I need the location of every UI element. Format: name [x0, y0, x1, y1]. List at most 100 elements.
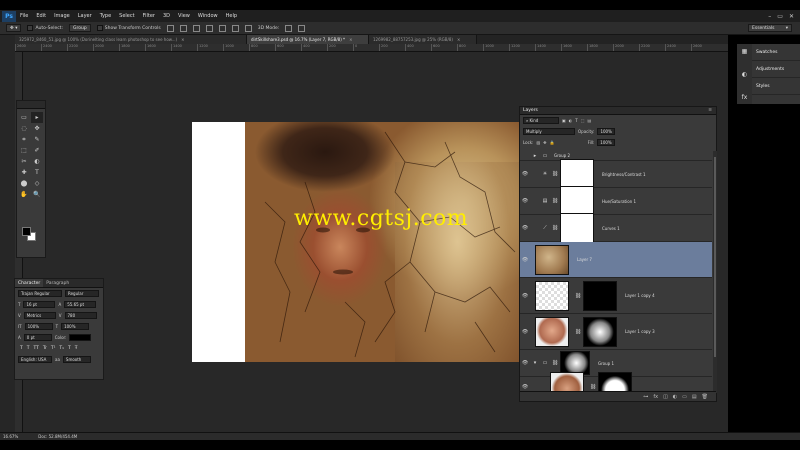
horizontal-scale-field[interactable]: 100% — [61, 323, 90, 330]
document-canvas[interactable]: www.cgtsj.com — [192, 122, 520, 362]
close-icon[interactable]: ✕ — [789, 13, 794, 20]
faux-italic-button[interactable]: T — [27, 346, 30, 351]
layer-mask-thumbnail[interactable] — [583, 316, 617, 347]
menu-window[interactable]: Window — [198, 13, 218, 19]
text-color-swatch[interactable] — [69, 334, 92, 341]
pen-tool-icon[interactable]: ◇ — [31, 178, 43, 189]
dock-item-adjustments[interactable]: Adjustments — [752, 61, 800, 78]
tab-document-3[interactable]: 1269982_88757253.jpg @ 25% (RGB/8) × — [369, 35, 477, 44]
align-bottom-icon[interactable] — [192, 24, 200, 32]
superscript-button[interactable]: T¹ — [51, 346, 56, 351]
menu-help[interactable]: Help — [226, 13, 237, 19]
menu-3d[interactable]: 3D — [163, 13, 170, 19]
filter-pixel-icon[interactable]: ▣ — [562, 118, 566, 123]
filter-smart-icon[interactable]: ▤ — [588, 118, 592, 123]
baseline-field[interactable]: 0 pt — [23, 334, 52, 341]
layer-row[interactable]: 👁 ⛓ Layer 1 copy 3 — [520, 314, 712, 350]
language-select[interactable]: English: USA — [18, 356, 52, 363]
move-tool-preset[interactable]: ✥ ▾ — [6, 24, 22, 32]
menu-select[interactable]: Select — [119, 13, 134, 19]
faux-bold-button[interactable]: T — [20, 346, 23, 351]
font-family-select[interactable]: Trajan Regular — [18, 290, 62, 297]
show-transform-option[interactable]: Show Transform Controls — [96, 25, 161, 31]
layer-row[interactable]: ▸ ▭ Group 2 — [520, 151, 712, 161]
auto-select-dropdown[interactable]: Group — [69, 24, 91, 32]
tab-paragraph[interactable]: Paragraph — [43, 279, 72, 287]
3d-pan-icon[interactable] — [298, 24, 306, 32]
close-tab-icon[interactable]: × — [457, 37, 460, 42]
all-caps-button[interactable]: TT — [34, 346, 39, 351]
lock-pixels-icon[interactable]: ▨ — [536, 140, 540, 145]
dodge-tool-icon[interactable]: ⬤ — [18, 178, 30, 189]
3d-rotate-icon[interactable] — [285, 24, 293, 32]
zoom-level[interactable]: 16.67% — [3, 434, 18, 439]
chevron-down-icon[interactable]: ▾ — [530, 360, 540, 366]
healing-tool-icon[interactable]: ⬚ — [18, 145, 30, 156]
opacity-field[interactable]: 100% — [597, 128, 616, 135]
history-brush-tool-icon[interactable]: ◐ — [31, 156, 43, 167]
kerning-field[interactable]: Metrics — [23, 312, 56, 319]
tools-panel-header[interactable] — [17, 101, 45, 109]
lock-position-icon[interactable]: ✥ — [543, 140, 546, 145]
close-tab-icon[interactable]: × — [349, 37, 352, 42]
leading-field[interactable]: 55.65 pt — [64, 301, 97, 308]
align-middle-icon[interactable] — [179, 24, 187, 32]
layer-row[interactable]: 👁 ⛓ Layer 1 copy 4 — [520, 278, 712, 314]
menu-image[interactable]: Image — [54, 13, 70, 19]
styles-icon[interactable]: fx — [742, 94, 748, 101]
vertical-scale-field[interactable]: 100% — [24, 323, 53, 330]
eye-icon[interactable]: 👁 — [520, 171, 530, 177]
move-tool-icon[interactable]: ▸ — [31, 112, 43, 123]
eyedropper-tool-icon[interactable]: ✎ — [31, 134, 43, 145]
new-layer-icon[interactable]: ▤ — [692, 394, 697, 400]
layer-mask-thumbnail[interactable] — [560, 186, 594, 216]
link-layers-icon[interactable]: ⊶ — [643, 394, 648, 400]
add-mask-icon[interactable]: ◫ — [663, 394, 668, 400]
auto-select-option[interactable]: Auto-Select: — [27, 25, 63, 31]
brush-tool-icon[interactable]: ✐ — [31, 145, 43, 156]
menu-view[interactable]: View — [178, 13, 190, 19]
dock-item-swatches[interactable]: Swatches — [752, 44, 800, 61]
tracking-field[interactable]: 780 — [64, 312, 97, 319]
align-center-icon[interactable] — [218, 24, 226, 32]
close-tab-icon[interactable]: × — [181, 37, 184, 42]
hand-tool-icon[interactable]: ✋ — [18, 189, 30, 200]
font-style-select[interactable]: Regular — [65, 290, 99, 297]
layer-mask-thumbnail[interactable] — [560, 159, 594, 189]
show-transform-checkbox[interactable] — [96, 25, 103, 31]
maximize-icon[interactable]: ▭ — [777, 13, 783, 20]
panel-menu-icon[interactable]: ≡ — [708, 108, 712, 113]
layer-thumbnail[interactable] — [535, 316, 569, 347]
minimize-icon[interactable]: – — [768, 13, 771, 20]
eye-icon[interactable]: 👁 — [520, 384, 530, 390]
eye-icon[interactable]: 👁 — [520, 198, 530, 204]
chevron-right-icon[interactable]: ▸ — [530, 153, 540, 159]
eye-icon[interactable]: 👁 — [520, 360, 530, 366]
fill-field[interactable]: 100% — [597, 139, 616, 146]
menu-file[interactable]: File — [20, 13, 28, 19]
antialias-select[interactable]: Smooth — [62, 356, 91, 363]
filter-type-icon[interactable]: T — [575, 118, 577, 123]
layer-filter-kind[interactable]: ⌕ Kind — [523, 117, 559, 124]
layer-thumbnail[interactable] — [535, 244, 569, 275]
menu-type[interactable]: Type — [100, 13, 111, 19]
menu-layer[interactable]: Layer — [78, 13, 92, 19]
strikethrough-button[interactable]: Ŧ — [75, 346, 78, 351]
eye-icon[interactable]: 👁 — [520, 293, 530, 299]
adjustments-icon[interactable]: ◐ — [742, 71, 747, 78]
layer-mask-thumbnail[interactable] — [560, 213, 594, 243]
foreground-color-swatch[interactable] — [22, 227, 31, 236]
layer-row[interactable]: 👁 ⟋ ⛓ Curves 1 — [520, 213, 712, 243]
filter-adjustment-icon[interactable]: ◐ — [569, 118, 573, 123]
clone-stamp-tool-icon[interactable]: ✂ — [18, 156, 30, 167]
align-left-icon[interactable] — [205, 24, 213, 32]
blend-mode-select[interactable]: Multiply — [523, 128, 575, 135]
align-right-icon[interactable] — [231, 24, 239, 32]
layer-thumbnail[interactable] — [550, 371, 584, 393]
layer-thumbnail[interactable] — [535, 280, 569, 311]
subscript-button[interactable]: T₁ — [59, 346, 64, 351]
layer-row[interactable]: 👁 ▤ ⛓ Hue/Saturation 1 — [520, 186, 712, 216]
filter-shape-icon[interactable]: ⬚ — [581, 118, 585, 123]
distribute-icon[interactable] — [244, 24, 252, 32]
lock-all-icon[interactable]: 🔒 — [550, 140, 555, 145]
